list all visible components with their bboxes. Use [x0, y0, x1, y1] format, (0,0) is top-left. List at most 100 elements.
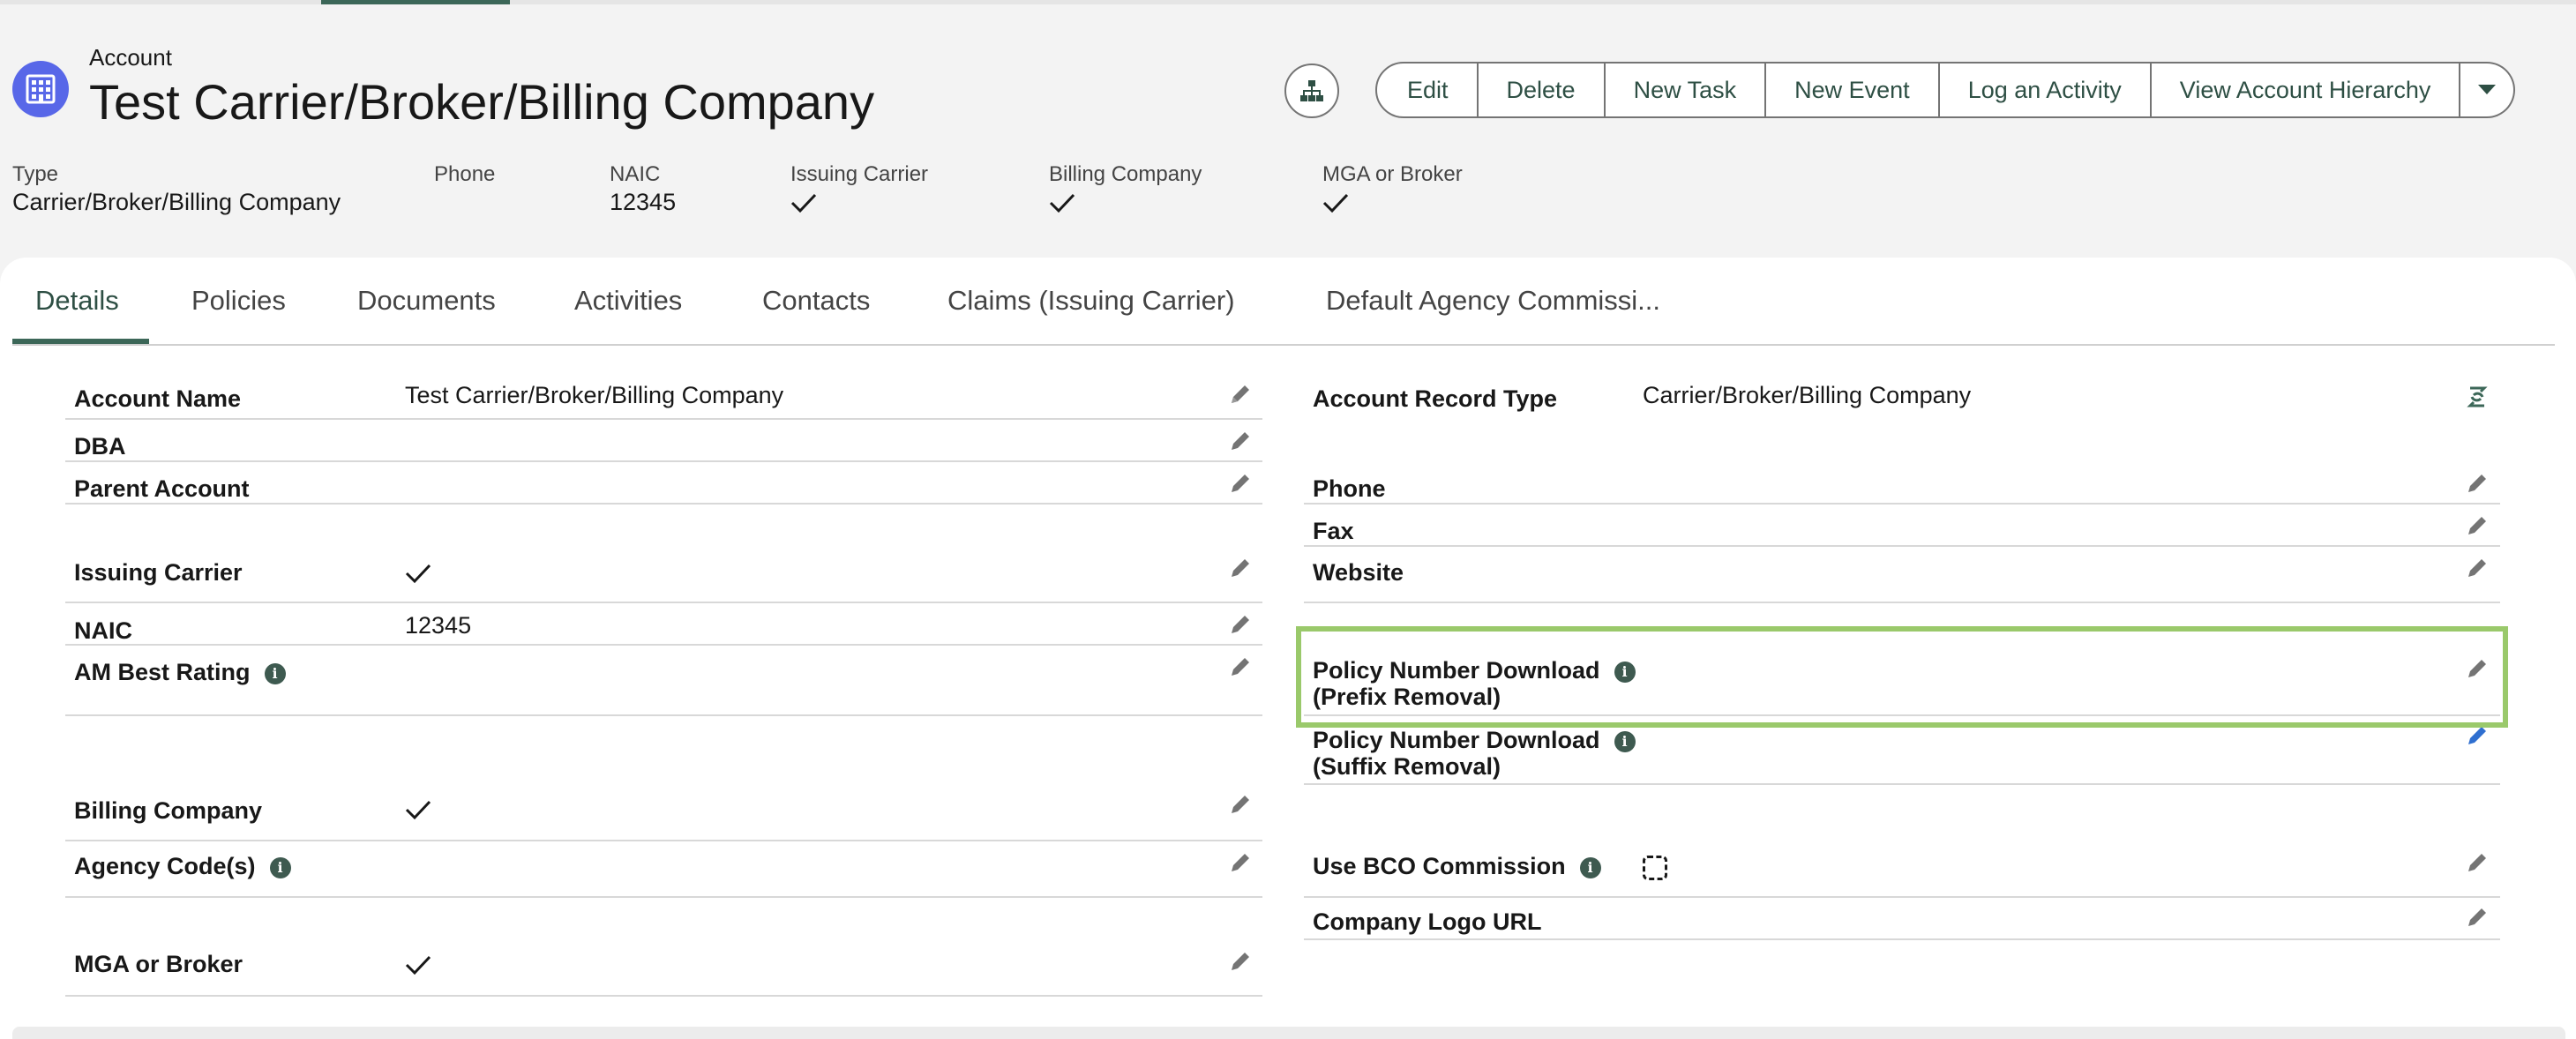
- checkmark-icon: [405, 800, 431, 820]
- log-activity-button[interactable]: Log an Activity: [1939, 62, 2152, 118]
- highlight-label: NAIC: [610, 162, 661, 186]
- change-record-type-icon[interactable]: [2465, 385, 2490, 409]
- bco-commission-checkbox[interactable]: [1643, 856, 1667, 880]
- checkmark-icon: [1049, 193, 1075, 213]
- checkmark-icon: [405, 564, 431, 584]
- info-icon[interactable]: i: [1579, 856, 1601, 878]
- hierarchy-button[interactable]: [1284, 64, 1339, 118]
- field-value: Carrier/Broker/Billing Company: [1643, 382, 1972, 408]
- pencil-icon[interactable]: [1228, 850, 1253, 875]
- account-building-icon: [12, 61, 69, 117]
- pencil-icon[interactable]: [1228, 556, 1253, 580]
- delete-button[interactable]: Delete: [1478, 62, 1606, 118]
- highlight-mga-or-broker: MGA or Broker: [1322, 162, 1463, 213]
- info-icon[interactable]: i: [264, 662, 286, 684]
- field-label: Website: [1313, 559, 1404, 586]
- field-label: AM Best Rating i: [74, 659, 286, 686]
- pencil-icon[interactable]: [1228, 949, 1253, 974]
- highlight-label: Type: [12, 162, 59, 186]
- action-button-group: Edit Delete New Task New Event Log an Ac…: [1375, 62, 2516, 118]
- highlight-value: 12345: [610, 189, 677, 215]
- field-label: Company Logo URL: [1313, 908, 1542, 935]
- highlight-annotation-box: [1296, 626, 2508, 728]
- highlight-label: MGA or Broker: [1322, 162, 1463, 186]
- new-event-button[interactable]: New Event: [1766, 62, 1940, 118]
- field-label: Account Name: [74, 385, 242, 412]
- highlight-value: Carrier/Broker/Billing Company: [12, 189, 341, 215]
- pencil-icon[interactable]: [1228, 429, 1253, 453]
- field-issuing-carrier: Issuing Carrier: [65, 547, 1262, 603]
- active-tab-indicator: [321, 0, 510, 4]
- highlight-label: Issuing Carrier: [790, 162, 929, 186]
- field-label: Issuing Carrier: [74, 559, 243, 586]
- tab-details[interactable]: Details: [35, 258, 119, 344]
- top-tab-strip: [0, 0, 2576, 4]
- field-label: Billing Company: [74, 797, 263, 824]
- field-parent-account: Parent Account: [65, 462, 1262, 505]
- pencil-icon[interactable]: [2465, 471, 2490, 496]
- field-billing-company: Billing Company: [65, 780, 1262, 841]
- edit-button[interactable]: Edit: [1375, 62, 1479, 118]
- field-label-text-line2: (Suffix Removal): [1313, 753, 1501, 780]
- checkmark-icon: [1322, 193, 1349, 213]
- pencil-icon[interactable]: [2465, 513, 2490, 538]
- view-account-hierarchy-button[interactable]: View Account Hierarchy: [2151, 62, 2461, 118]
- more-actions-button[interactable]: [2460, 62, 2516, 118]
- field-mga-or-broker: MGA or Broker: [65, 935, 1262, 997]
- field-label: Account Record Type: [1313, 385, 1558, 412]
- checkmark-icon: [790, 193, 817, 213]
- field-phone: Phone: [1304, 462, 2500, 505]
- field-company-logo-url: Company Logo URL: [1304, 898, 2500, 940]
- highlight-label: Phone: [434, 162, 496, 186]
- field-dba: DBA: [65, 420, 1262, 462]
- field-account-name: Account Name Test Carrier/Broker/Billing…: [65, 374, 1262, 420]
- field-fax: Fax: [1304, 505, 2500, 547]
- hierarchy-icon: [1300, 80, 1323, 101]
- pencil-icon[interactable]: [1228, 471, 1253, 496]
- field-value: Test Carrier/Broker/Billing Company: [405, 382, 784, 408]
- bottom-section-edge: [12, 1027, 2565, 1039]
- pencil-icon[interactable]: [2465, 556, 2490, 580]
- highlight-type: Type Carrier/Broker/Billing Company: [12, 162, 341, 215]
- field-label: Parent Account: [74, 475, 250, 502]
- pencil-icon[interactable]: [1228, 792, 1253, 817]
- field-account-record-type: Account Record Type Carrier/Broker/Billi…: [1304, 374, 2500, 418]
- field-label: Use BCO Commission i: [1313, 853, 1601, 880]
- field-label: DBA: [74, 433, 126, 460]
- field-label: Policy Number Download i (Suffix Removal): [1313, 727, 1636, 780]
- field-am-best-rating: AM Best Rating i: [65, 646, 1262, 716]
- tab-documents[interactable]: Documents: [357, 258, 496, 344]
- field-label: MGA or Broker: [74, 951, 243, 977]
- tab-activities[interactable]: Activities: [574, 258, 682, 344]
- tab-default-agency-commission[interactable]: Default Agency Commissi...: [1326, 258, 1660, 344]
- highlight-label: Billing Company: [1049, 162, 1202, 186]
- new-task-button[interactable]: New Task: [1605, 62, 1767, 118]
- field-label-text: Policy Number Download: [1313, 727, 1600, 753]
- tab-policies[interactable]: Policies: [191, 258, 286, 344]
- field-website: Website: [1304, 547, 2500, 603]
- pencil-icon[interactable]: [2465, 905, 2490, 930]
- field-naic: NAIC 12345: [65, 603, 1262, 646]
- field-label-text: Agency Code(s): [74, 853, 256, 879]
- tab-claims[interactable]: Claims (Issuing Carrier): [947, 258, 1235, 344]
- tab-contacts[interactable]: Contacts: [762, 258, 870, 344]
- highlight-phone: Phone: [434, 162, 495, 187]
- highlight-naic: NAIC 12345: [610, 162, 676, 215]
- field-label-text: AM Best Rating: [74, 659, 251, 685]
- record-title: Test Carrier/Broker/Billing Company: [89, 74, 875, 130]
- field-use-bco-commission: Use BCO Commission i: [1304, 841, 2500, 898]
- highlight-billing-company: Billing Company: [1049, 162, 1202, 213]
- object-type-label: Account: [89, 44, 172, 71]
- tabs-divider: [12, 344, 2555, 346]
- field-label: Fax: [1313, 518, 1354, 544]
- pencil-icon[interactable]: [1228, 612, 1253, 637]
- pencil-icon[interactable]: [1228, 382, 1253, 407]
- pencil-icon[interactable]: [2465, 850, 2490, 875]
- info-icon[interactable]: i: [269, 856, 291, 878]
- pencil-icon[interactable]: [1228, 654, 1253, 679]
- field-label: Agency Code(s) i: [74, 853, 291, 880]
- checkmark-icon: [405, 955, 431, 975]
- chevron-down-icon: [2478, 85, 2497, 94]
- info-icon[interactable]: i: [1614, 730, 1636, 752]
- field-agency-codes: Agency Code(s) i: [65, 841, 1262, 898]
